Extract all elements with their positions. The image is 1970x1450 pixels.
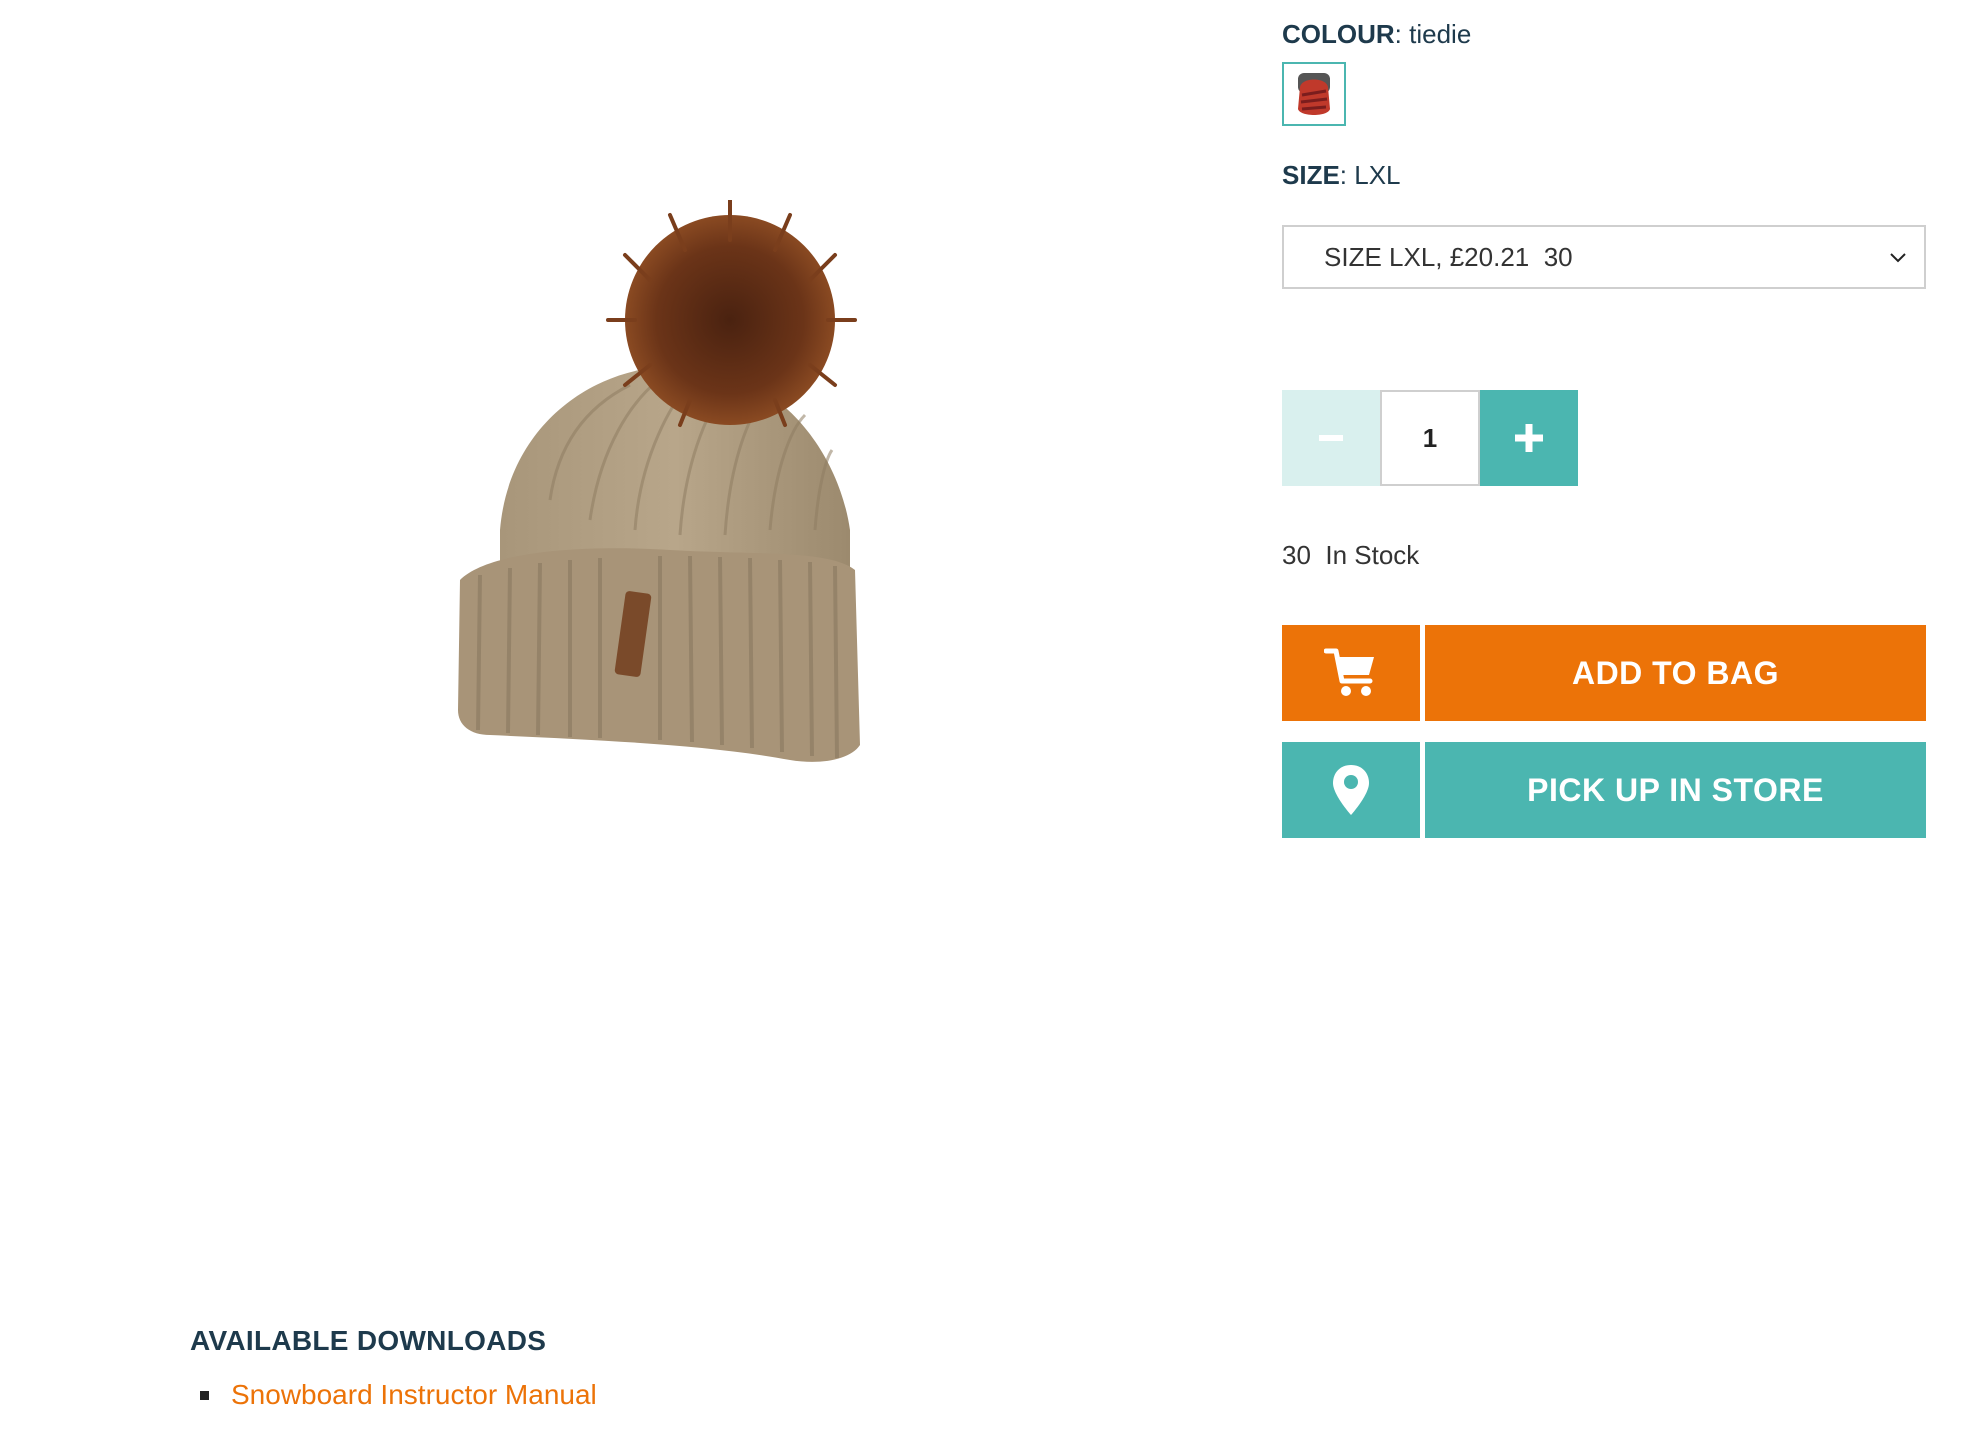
tiedie-swatch-icon	[1298, 73, 1330, 115]
beanie-illustration	[458, 200, 860, 762]
minus-icon	[1319, 435, 1343, 441]
add-to-bag-label: ADD TO BAG	[1425, 625, 1926, 721]
downloads-heading: AVAILABLE DOWNLOADS	[190, 1325, 547, 1356]
size-key: SIZE	[1282, 160, 1340, 190]
plus-icon	[1515, 424, 1543, 452]
colour-swatch-tiedie[interactable]	[1282, 62, 1346, 126]
size-label: SIZE: LXL	[1282, 160, 1401, 190]
quantity-input[interactable]	[1380, 390, 1480, 486]
colour-key: COLOUR	[1282, 19, 1395, 49]
downloads-list: Snowboard Instructor Manual	[190, 1379, 597, 1411]
download-link-snowboard-manual[interactable]: Snowboard Instructor Manual	[231, 1379, 597, 1411]
colour-label: COLOUR: tiedie	[1282, 19, 1472, 49]
cart-icon	[1324, 648, 1374, 696]
quantity-increase-button[interactable]	[1480, 390, 1578, 486]
stock-status: 30 In Stock	[1282, 540, 1420, 570]
product-image[interactable]	[430, 200, 950, 880]
product-page: COLOUR: tiedie SIZE: LXL SIZE LXL, £20.2…	[0, 0, 1970, 1450]
size-select[interactable]: SIZE LXL, £20.21 30	[1282, 225, 1926, 289]
chevron-down-icon	[1890, 253, 1906, 263]
download-item: Snowboard Instructor Manual	[190, 1379, 597, 1411]
size-select-value: SIZE LXL, £20.21 30	[1324, 241, 1573, 272]
add-to-bag-icon-box	[1282, 625, 1420, 721]
list-bullet	[200, 1390, 209, 1400]
quantity-decrease-button[interactable]	[1282, 390, 1380, 486]
add-to-bag-button[interactable]: ADD TO BAG	[1282, 625, 1926, 721]
pick-up-icon-box	[1282, 742, 1420, 838]
location-pin-icon	[1333, 765, 1369, 815]
colour-value: tiedie	[1409, 19, 1472, 49]
quantity-stepper	[1282, 390, 1578, 486]
size-value: LXL	[1354, 160, 1401, 190]
pick-up-in-store-label: PICK UP IN STORE	[1425, 742, 1926, 838]
pick-up-in-store-button[interactable]: PICK UP IN STORE	[1282, 742, 1926, 838]
available-downloads: AVAILABLE DOWNLOADS Snowboard Instructor…	[190, 1325, 597, 1411]
